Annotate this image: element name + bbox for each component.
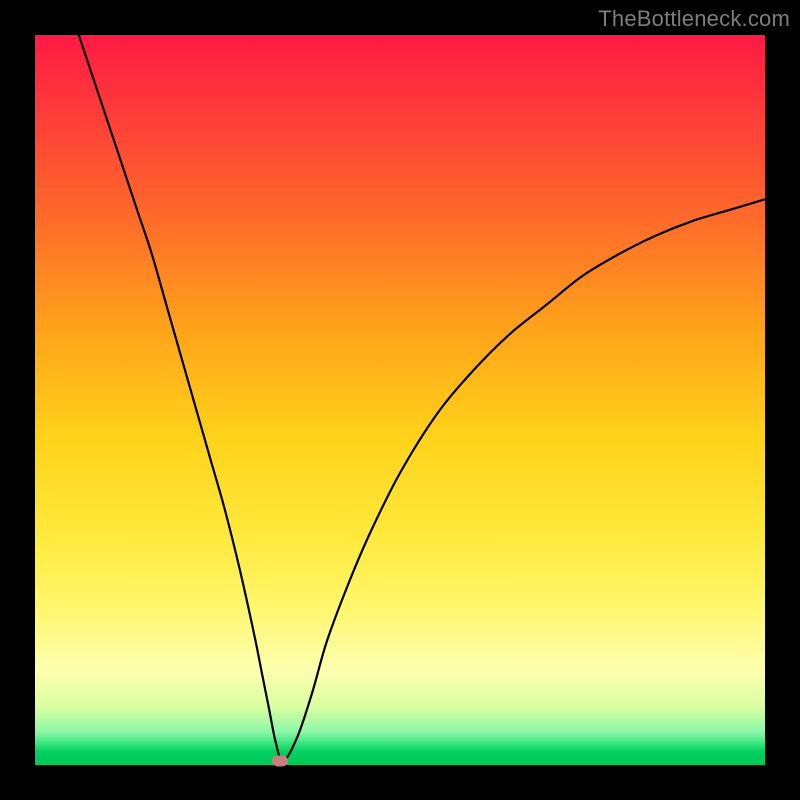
bottleneck-curve: [79, 35, 765, 761]
chart-frame: TheBottleneck.com: [0, 0, 800, 800]
watermark-text: TheBottleneck.com: [598, 6, 790, 32]
plot-area: [35, 35, 765, 765]
optimal-point-marker: [272, 756, 288, 767]
curve-svg: [35, 35, 765, 765]
